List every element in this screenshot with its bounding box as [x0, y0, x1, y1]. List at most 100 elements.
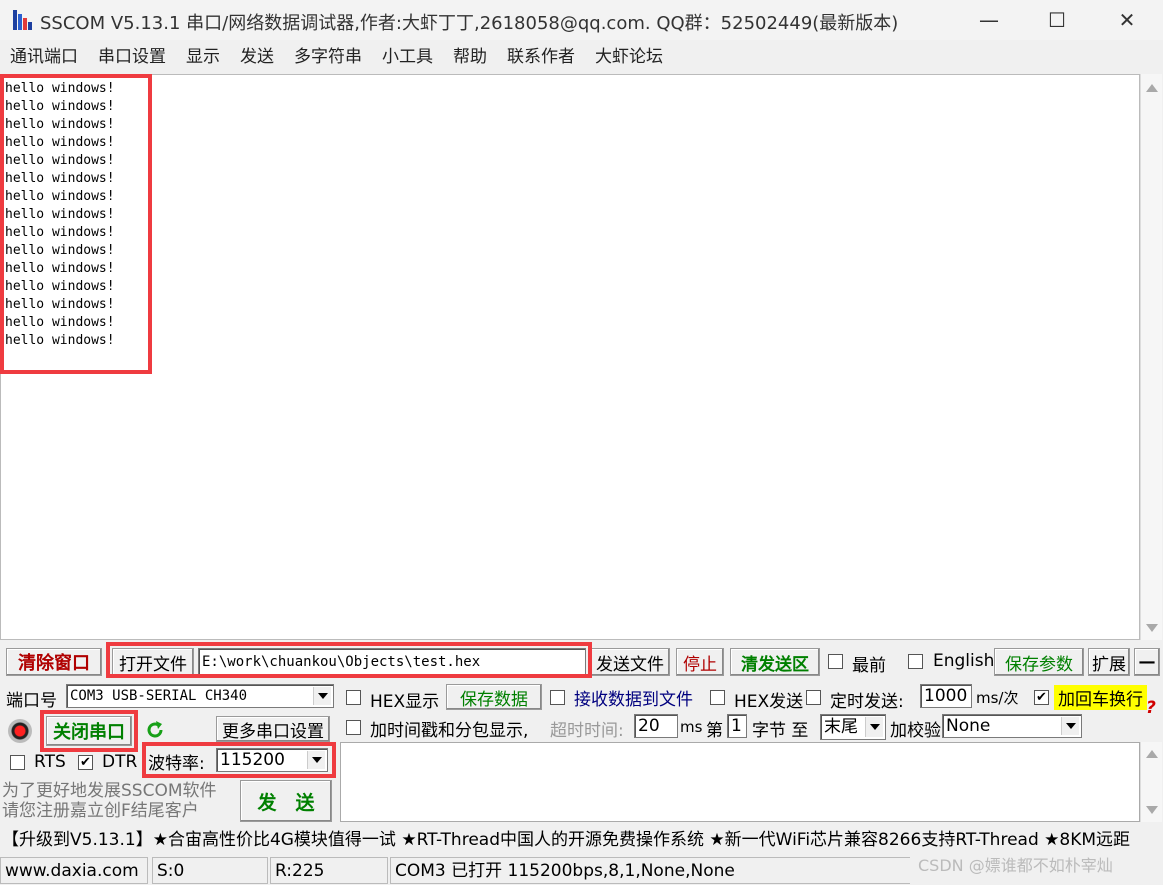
baud-select[interactable]: 115200: [216, 748, 328, 772]
received-line: hello windows!: [5, 243, 115, 258]
menu-serial-settings[interactable]: 串口设置: [88, 40, 176, 74]
send-textarea[interactable]: [340, 742, 1140, 822]
received-line: hello windows!: [5, 135, 115, 150]
received-line: hello windows!: [5, 81, 115, 96]
open-file-button[interactable]: 打开文件: [112, 648, 194, 676]
expand-button[interactable]: 扩展: [1088, 648, 1130, 676]
promo-line-2: 请您注册嘉立创F结尾客户: [2, 801, 199, 821]
scroll-up-icon[interactable]: [1146, 84, 1158, 92]
menu-help[interactable]: 帮助: [443, 40, 497, 74]
received-line: hello windows!: [5, 333, 115, 348]
received-line: hello windows!: [5, 189, 115, 204]
timeout-unit-label: ms: [680, 718, 703, 736]
scroll-up-icon[interactable]: [1146, 750, 1158, 758]
send-button[interactable]: 发 送: [240, 780, 332, 822]
record-icon[interactable]: [8, 719, 32, 743]
chevron-down-icon[interactable]: [307, 751, 325, 769]
byte-from-input[interactable]: 1: [727, 714, 747, 738]
file-path-input[interactable]: E:\work\chuankou\Objects\test.hex: [198, 648, 586, 676]
watermark: CSDN @嫖谁都不如朴宰灿: [918, 856, 1113, 875]
maximize-button[interactable]: ☐: [1028, 0, 1086, 40]
title-bar: SSCOM V5.13.1 串口/网络数据调试器,作者:大虾丁丁,2618058…: [0, 0, 1163, 40]
port-value: COM3 USB-SERIAL CH340: [70, 688, 248, 704]
menu-bar: 通讯端口 串口设置 显示 发送 多字符串 小工具 帮助 联系作者 大虾论坛: [0, 40, 1163, 74]
chevron-down-icon[interactable]: [313, 687, 331, 705]
english-label: English: [933, 651, 995, 671]
clear-send-button[interactable]: 清发送区: [730, 648, 820, 676]
timestamp-label: 加时间戳和分包显示,: [370, 721, 529, 741]
hex-send-checkbox[interactable]: [710, 690, 725, 705]
received-line: hello windows!: [5, 117, 115, 132]
refresh-icon[interactable]: [144, 719, 166, 741]
rts-checkbox[interactable]: [10, 755, 25, 770]
scroll-down-icon[interactable]: [1146, 806, 1158, 814]
checksum-label: 加校验: [890, 721, 941, 741]
dtr-checkbox[interactable]: ✔: [78, 755, 93, 770]
save-params-button[interactable]: 保存参数: [994, 648, 1084, 676]
add-crlf-label: 加回车换行: [1054, 685, 1147, 710]
received-line: hello windows!: [5, 315, 115, 330]
received-line: hello windows!: [5, 279, 115, 294]
received-line: hello windows!: [5, 207, 115, 222]
collapse-button[interactable]: —: [1134, 648, 1160, 676]
timed-send-label: 定时发送:: [830, 692, 904, 712]
receive-area[interactable]: hello windows! hello windows! hello window…: [0, 74, 1140, 640]
close-button[interactable]: ✕: [1098, 0, 1156, 40]
menu-contact-author[interactable]: 联系作者: [497, 40, 585, 74]
news-ticker[interactable]: 【升级到V5.13.1】★合宙高性价比4G模块值得一试 ★RT-Thread中国…: [0, 826, 1163, 854]
topmost-label: 最前: [852, 656, 886, 676]
chevron-down-icon[interactable]: [1061, 717, 1079, 735]
receive-scrollbar[interactable]: [1140, 74, 1162, 640]
menu-multi-string[interactable]: 多字符串: [284, 40, 372, 74]
rts-label: RTS: [34, 752, 66, 772]
received-lines: hello windows! hello windows! hello window…: [5, 80, 115, 350]
byte-from-prefix: 第: [706, 721, 723, 741]
baud-value: 115200: [220, 750, 285, 770]
hex-display-label: HEX显示: [370, 692, 440, 712]
timestamp-checkbox[interactable]: [346, 720, 361, 735]
minimize-button[interactable]: —: [960, 0, 1018, 40]
more-port-settings-button[interactable]: 更多串口设置: [216, 716, 330, 742]
checksum-value: None: [946, 716, 991, 736]
chevron-down-icon[interactable]: [865, 717, 883, 737]
english-checkbox[interactable]: [908, 654, 923, 669]
stop-button[interactable]: 停止: [676, 648, 724, 676]
window-title: SSCOM V5.13.1 串口/网络数据调试器,作者:大虾丁丁,2618058…: [40, 13, 899, 34]
menu-comm-port[interactable]: 通讯端口: [0, 40, 88, 74]
add-crlf-checkbox[interactable]: ✔: [1034, 690, 1049, 705]
received-line: hello windows!: [5, 153, 115, 168]
recv-to-file-checkbox[interactable]: [550, 690, 565, 705]
status-port-info: COM3 已打开 115200bps,8,1,None,None: [390, 857, 910, 884]
status-received-count: R:225: [270, 857, 388, 884]
clear-window-button[interactable]: 清除窗口: [6, 648, 102, 676]
help-icon[interactable]: ?: [1146, 698, 1156, 718]
received-line: hello windows!: [5, 99, 115, 114]
scroll-down-icon[interactable]: [1146, 624, 1158, 632]
send-scrollbar[interactable]: [1140, 742, 1162, 822]
save-data-button[interactable]: 保存数据: [446, 684, 542, 710]
close-port-button[interactable]: 关闭串口: [46, 716, 132, 746]
send-file-button[interactable]: 发送文件: [590, 648, 670, 676]
menu-forum[interactable]: 大虾论坛: [585, 40, 673, 74]
interval-input[interactable]: 1000: [920, 684, 972, 708]
timeout-input[interactable]: 20: [634, 714, 678, 738]
baud-label: 波特率:: [148, 754, 205, 774]
byte-to-select[interactable]: 末尾: [820, 714, 886, 740]
topmost-checkbox[interactable]: [828, 654, 843, 669]
byte-to-label: 字节 至: [752, 721, 809, 741]
port-select[interactable]: COM3 USB-SERIAL CH340: [66, 684, 334, 708]
menu-tools[interactable]: 小工具: [372, 40, 443, 74]
promo-line-1: 为了更好地发展SSCOM软件: [2, 781, 217, 801]
hex-send-label: HEX发送: [734, 692, 804, 712]
checksum-select[interactable]: None: [942, 714, 1082, 738]
menu-display[interactable]: 显示: [176, 40, 230, 74]
menu-send[interactable]: 发送: [230, 40, 284, 74]
byte-to-value: 末尾: [824, 717, 858, 737]
status-website[interactable]: www.daxia.com: [0, 857, 148, 884]
received-line: hello windows!: [5, 297, 115, 312]
status-sent-count: S:0: [152, 857, 268, 884]
hex-display-checkbox[interactable]: [346, 690, 361, 705]
timed-send-checkbox[interactable]: [806, 690, 821, 705]
recv-to-file-label[interactable]: 接收数据到文件: [574, 685, 693, 710]
sscom-app-icon: [13, 10, 32, 30]
